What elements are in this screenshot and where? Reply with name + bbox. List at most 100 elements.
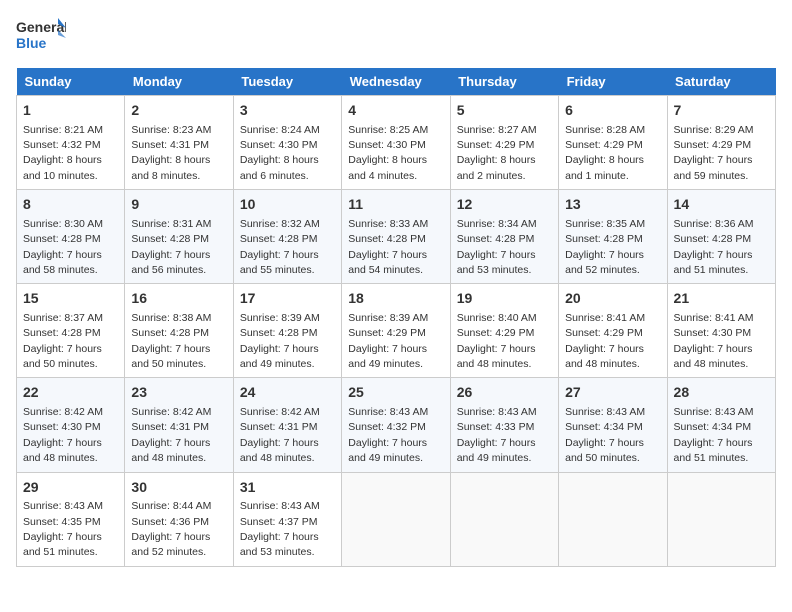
calendar-header-thursday: Thursday (450, 68, 558, 96)
calendar-table: SundayMondayTuesdayWednesdayThursdayFrid… (16, 68, 776, 567)
sunrise: Sunrise: 8:42 AM (131, 406, 211, 418)
calendar-cell: 4 Sunrise: 8:25 AM Sunset: 4:30 PM Daylight… (342, 96, 450, 190)
calendar-cell: 19Sunrise: 8:40 AMSunset: 4:29 PMDayligh… (450, 284, 558, 378)
day-number: 2 (131, 101, 226, 121)
daylight: Daylight: 7 hours and 49 minutes. (240, 343, 319, 370)
sunrise: Sunrise: 8:25 AM (348, 124, 428, 136)
day-number: 22 (23, 383, 118, 403)
day-number: 29 (23, 478, 118, 498)
calendar-cell: 24Sunrise: 8:42 AMSunset: 4:31 PMDayligh… (233, 378, 341, 472)
calendar-cell: 16Sunrise: 8:38 AMSunset: 4:28 PMDayligh… (125, 284, 233, 378)
day-number: 23 (131, 383, 226, 403)
sunrise: Sunrise: 8:29 AM (674, 124, 754, 136)
daylight: Daylight: 7 hours and 48 minutes. (240, 437, 319, 464)
sunrise: Sunrise: 8:38 AM (131, 312, 211, 324)
calendar-cell: 30Sunrise: 8:44 AMSunset: 4:36 PMDayligh… (125, 472, 233, 566)
sunrise: Sunrise: 8:43 AM (348, 406, 428, 418)
calendar-cell: 18Sunrise: 8:39 AMSunset: 4:29 PMDayligh… (342, 284, 450, 378)
sunrise: Sunrise: 8:39 AM (348, 312, 428, 324)
day-number: 27 (565, 383, 660, 403)
sunrise: Sunrise: 8:32 AM (240, 218, 320, 230)
calendar-cell: 10Sunrise: 8:32 AMSunset: 4:28 PMDayligh… (233, 190, 341, 284)
sunset: Sunset: 4:32 PM (348, 421, 426, 433)
daylight: Daylight: 7 hours and 53 minutes. (240, 531, 319, 558)
svg-text:Blue: Blue (16, 35, 47, 51)
sunrise: Sunrise: 8:43 AM (457, 406, 537, 418)
logo-svg: General Blue (16, 16, 66, 58)
calendar-cell: 22Sunrise: 8:42 AMSunset: 4:30 PMDayligh… (17, 378, 125, 472)
sunrise: Sunrise: 8:28 AM (565, 124, 645, 136)
day-number: 4 (348, 101, 443, 121)
calendar-cell: 2Sunrise: 8:23 AMSunset: 4:31 PMDaylight… (125, 96, 233, 190)
sunrise: Sunrise: 8:43 AM (240, 500, 320, 512)
sunrise: Sunrise: 8:31 AM (131, 218, 211, 230)
calendar-week-1: 1Sunrise: 8:21 AMSunset: 4:32 PMDaylight… (17, 96, 776, 190)
day-number: 20 (565, 289, 660, 309)
sunset: Sunset: 4:31 PM (240, 421, 318, 433)
day-number: 13 (565, 195, 660, 215)
sunset: Sunset: 4:29 PM (565, 327, 643, 339)
daylight: Daylight: 7 hours and 56 minutes. (131, 249, 210, 276)
daylight: Daylight: 7 hours and 54 minutes. (348, 249, 427, 276)
sunset: Sunset: 4:28 PM (23, 327, 101, 339)
sunrise: Sunrise: 8:36 AM (674, 218, 754, 230)
daylight: Daylight: 7 hours and 49 minutes. (457, 437, 536, 464)
sunrise: Sunrise: 8:40 AM (457, 312, 537, 324)
daylight: Daylight: 7 hours and 48 minutes. (565, 343, 644, 370)
day-number: 28 (674, 383, 769, 403)
sunset: Sunset: 4:28 PM (457, 233, 535, 245)
calendar-cell: 12Sunrise: 8:34 AMSunset: 4:28 PMDayligh… (450, 190, 558, 284)
calendar-cell: 29Sunrise: 8:43 AMSunset: 4:35 PMDayligh… (17, 472, 125, 566)
daylight: Daylight: 7 hours and 55 minutes. (240, 249, 319, 276)
day-number: 12 (457, 195, 552, 215)
sunset: Sunset: 4:30 PM (348, 139, 426, 151)
sunset: Sunset: 4:29 PM (674, 139, 752, 151)
logo: General Blue (16, 16, 66, 58)
sunset: Sunset: 4:31 PM (131, 139, 209, 151)
calendar-week-2: 8Sunrise: 8:30 AMSunset: 4:28 PMDaylight… (17, 190, 776, 284)
sunset: Sunset: 4:28 PM (131, 327, 209, 339)
calendar-cell: 3Sunrise: 8:24 AMSunset: 4:30 PMDaylight… (233, 96, 341, 190)
calendar-cell (559, 472, 667, 566)
daylight: Daylight: 8 hours and 2 minutes. (457, 154, 536, 181)
sunrise: Sunrise: 8:43 AM (565, 406, 645, 418)
daylight: Daylight: 7 hours and 50 minutes. (131, 343, 210, 370)
sunrise: Sunrise: 8:41 AM (565, 312, 645, 324)
sunset: Sunset: 4:34 PM (674, 421, 752, 433)
sunrise: Sunrise: 8:43 AM (674, 406, 754, 418)
calendar-cell: 9Sunrise: 8:31 AMSunset: 4:28 PMDaylight… (125, 190, 233, 284)
calendar-cell: 14Sunrise: 8:36 AMSunset: 4:28 PMDayligh… (667, 190, 775, 284)
day-number: 30 (131, 478, 226, 498)
calendar-cell: 1Sunrise: 8:21 AMSunset: 4:32 PMDaylight… (17, 96, 125, 190)
calendar-cell: 8Sunrise: 8:30 AMSunset: 4:28 PMDaylight… (17, 190, 125, 284)
sunset: Sunset: 4:30 PM (674, 327, 752, 339)
sunrise: Sunrise: 8:43 AM (23, 500, 103, 512)
calendar-cell (342, 472, 450, 566)
calendar-cell: 31Sunrise: 8:43 AMSunset: 4:37 PMDayligh… (233, 472, 341, 566)
day-number: 19 (457, 289, 552, 309)
sunrise: Sunrise: 8:42 AM (240, 406, 320, 418)
day-number: 26 (457, 383, 552, 403)
calendar-cell: 5Sunrise: 8:27 AMSunset: 4:29 PMDaylight… (450, 96, 558, 190)
sunrise: Sunrise: 8:44 AM (131, 500, 211, 512)
sunset: Sunset: 4:29 PM (348, 327, 426, 339)
sunset: Sunset: 4:34 PM (565, 421, 643, 433)
day-number: 15 (23, 289, 118, 309)
calendar-header-monday: Monday (125, 68, 233, 96)
daylight: Daylight: 8 hours and 4 minutes. (348, 154, 427, 181)
calendar-cell: 28Sunrise: 8:43 AMSunset: 4:34 PMDayligh… (667, 378, 775, 472)
calendar-cell: 6Sunrise: 8:28 AMSunset: 4:29 PMDaylight… (559, 96, 667, 190)
day-number: 31 (240, 478, 335, 498)
daylight: Daylight: 7 hours and 49 minutes. (348, 343, 427, 370)
sunrise: Sunrise: 8:27 AM (457, 124, 537, 136)
day-number: 9 (131, 195, 226, 215)
calendar-week-4: 22Sunrise: 8:42 AMSunset: 4:30 PMDayligh… (17, 378, 776, 472)
daylight: Daylight: 8 hours and 1 minute. (565, 154, 644, 181)
calendar-cell: 11Sunrise: 8:33 AMSunset: 4:28 PMDayligh… (342, 190, 450, 284)
calendar-cell: 15Sunrise: 8:37 AMSunset: 4:28 PMDayligh… (17, 284, 125, 378)
sunset: Sunset: 4:32 PM (23, 139, 101, 151)
daylight: Daylight: 7 hours and 50 minutes. (565, 437, 644, 464)
daylight: Daylight: 7 hours and 51 minutes. (674, 249, 753, 276)
sunset: Sunset: 4:30 PM (240, 139, 318, 151)
sunrise: Sunrise: 8:35 AM (565, 218, 645, 230)
